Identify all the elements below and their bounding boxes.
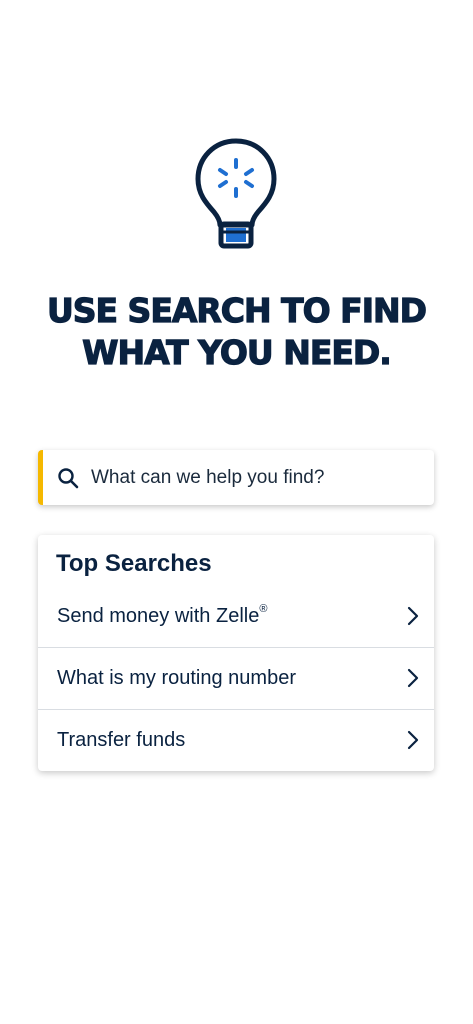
top-search-item-zelle[interactable]: Send money with Zelle®: [38, 585, 434, 647]
top-search-label: Send money with Zelle®: [57, 602, 268, 627]
top-search-label: What is my routing number: [57, 666, 296, 689]
top-searches-card: Top Searches Send money with Zelle® What…: [38, 535, 434, 771]
top-search-item-routing-number[interactable]: What is my routing number: [38, 647, 434, 709]
search-placeholder: What can we help you find?: [91, 466, 325, 488]
registered-mark: ®: [259, 602, 268, 615]
search-icon: [57, 467, 79, 489]
chevron-right-icon: [406, 606, 420, 626]
lightbulb-icon: [186, 136, 286, 256]
chevron-right-icon: [406, 668, 420, 688]
search-input[interactable]: What can we help you find?: [38, 450, 434, 505]
top-search-item-transfer-funds[interactable]: Transfer funds: [38, 709, 434, 771]
top-search-label: Transfer funds: [57, 728, 186, 751]
headline-line-1: USE SEARCH TO FIND: [46, 290, 427, 330]
chevron-right-icon: [406, 730, 420, 750]
page-headline: USE SEARCH TO FIND WHAT YOU NEED.: [0, 290, 473, 374]
top-searches-title: Top Searches: [56, 550, 212, 577]
search-landing-page: USE SEARCH TO FIND WHAT YOU NEED. What c…: [0, 0, 473, 1024]
headline-line-2: WHAT YOU NEED.: [82, 332, 393, 372]
